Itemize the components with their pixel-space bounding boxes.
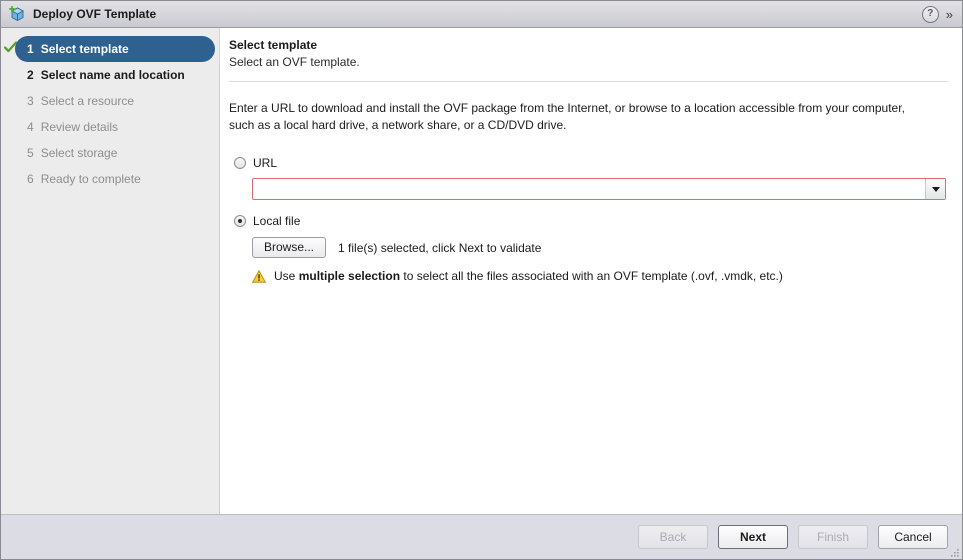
deploy-ovf-template-dialog: Deploy OVF Template ? » 1 Select templat… — [0, 0, 963, 560]
title-bar-actions: ? » — [922, 6, 956, 23]
title-bar-left: Deploy OVF Template — [8, 5, 922, 23]
deploy-ovf-box-icon — [8, 5, 26, 23]
wizard-steps-sidebar: 1 Select template 2 Select name and loca… — [1, 28, 220, 514]
warning-prefix: Use — [274, 269, 299, 283]
local-file-radio-label: Local file — [253, 214, 300, 228]
sidebar-item-select-a-resource[interactable]: 3 Select a resource — [1, 88, 219, 114]
sidebar-item-select-template[interactable]: 1 Select template — [15, 36, 215, 62]
local-file-radio-row[interactable]: Local file — [234, 212, 948, 230]
chevron-down-icon — [932, 187, 940, 192]
title-bar: Deploy OVF Template ? » — [1, 1, 962, 28]
resize-grip[interactable] — [949, 547, 960, 558]
multiple-selection-warning: Use multiple selection to select all the… — [252, 269, 948, 283]
sidebar-item-review-details[interactable]: 4 Review details — [1, 114, 219, 140]
url-radio-label: URL — [253, 156, 277, 170]
url-combobox[interactable] — [252, 178, 946, 200]
step-number: 1 — [27, 42, 34, 56]
step-label: Select template — [41, 42, 129, 56]
page-title: Select template — [229, 38, 948, 52]
warning-triangle-icon — [252, 270, 266, 283]
page-subtitle: Select an OVF template. — [229, 55, 948, 69]
dialog-body: 1 Select template 2 Select name and loca… — [1, 28, 962, 514]
template-source-form: URL Local file Browse... — [229, 154, 948, 283]
wizard-step-row: 5 Select storage — [1, 140, 219, 166]
wizard-step-row: 6 Ready to complete — [1, 166, 219, 192]
cancel-button[interactable]: Cancel — [878, 525, 948, 549]
warning-suffix: to select all the files associated with … — [400, 269, 783, 283]
browse-button[interactable]: Browse... — [252, 237, 326, 258]
warning-text: Use multiple selection to select all the… — [274, 269, 783, 283]
step-number: 3 — [27, 94, 34, 108]
wizard-step-row: 1 Select template — [1, 36, 219, 62]
url-input[interactable] — [253, 179, 925, 199]
local-file-radio[interactable] — [234, 215, 246, 227]
sidebar-item-select-name-and-location[interactable]: 2 Select name and location — [1, 62, 219, 88]
window-title: Deploy OVF Template — [33, 7, 156, 21]
step-number: 2 — [27, 68, 34, 82]
wizard-step-row: 3 Select a resource — [1, 88, 219, 114]
collapse-chevrons-icon[interactable]: » — [946, 8, 954, 21]
step-number: 4 — [27, 120, 34, 134]
url-radio-row[interactable]: URL — [234, 154, 948, 172]
step-number: 5 — [27, 146, 34, 160]
browse-row: Browse... 1 file(s) selected, click Next… — [252, 237, 948, 258]
step-number: 6 — [27, 172, 34, 186]
step-label: Review details — [41, 120, 118, 134]
back-button[interactable]: Back — [638, 525, 708, 549]
main-content-panel: Select template Select an OVF template. … — [220, 28, 962, 514]
header-divider — [229, 81, 948, 82]
file-selection-status: 1 file(s) selected, click Next to valida… — [338, 241, 541, 255]
step-label: Select name and location — [41, 68, 185, 82]
wizard-step-row: 2 Select name and location — [1, 62, 219, 88]
step-label: Select a resource — [41, 94, 134, 108]
sidebar-item-ready-to-complete[interactable]: 6 Ready to complete — [1, 166, 219, 192]
dialog-footer: Back Next Finish Cancel — [1, 514, 962, 559]
finish-button[interactable]: Finish — [798, 525, 868, 549]
local-file-block: Local file Browse... 1 file(s) selected,… — [234, 212, 948, 283]
url-dropdown-button[interactable] — [925, 179, 945, 199]
help-icon[interactable]: ? — [922, 6, 939, 23]
sidebar-item-select-storage[interactable]: 5 Select storage — [1, 140, 219, 166]
warning-emphasis: multiple selection — [299, 269, 400, 283]
intro-text: Enter a URL to download and install the … — [229, 100, 929, 134]
step-label: Ready to complete — [41, 172, 141, 186]
next-button[interactable]: Next — [718, 525, 788, 549]
url-radio[interactable] — [234, 157, 246, 169]
step-label: Select storage — [41, 146, 118, 160]
wizard-step-row: 4 Review details — [1, 114, 219, 140]
